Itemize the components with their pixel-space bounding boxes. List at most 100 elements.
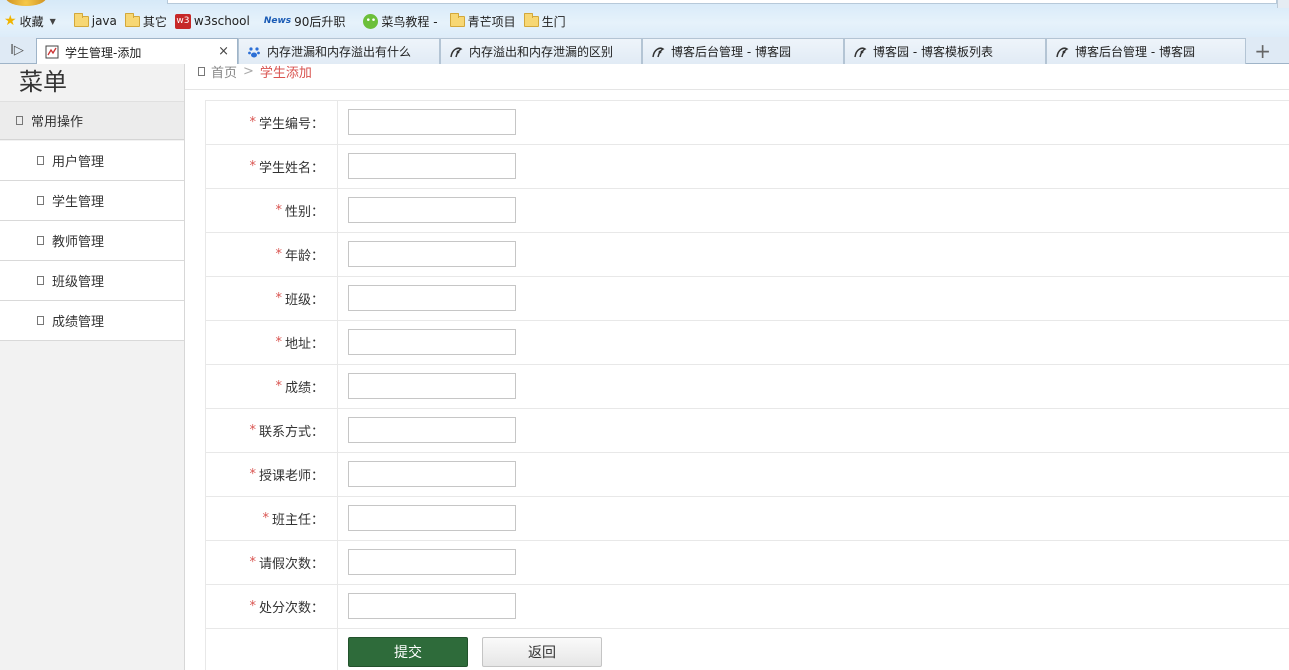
bookmark-java[interactable]: java: [73, 10, 117, 32]
bookmark-label: 青芒项目: [467, 14, 516, 29]
news-icon: News: [263, 16, 292, 26]
student-name-input[interactable]: [348, 153, 516, 179]
required-mark: *: [275, 291, 282, 306]
field-label-text: 地址：: [284, 337, 324, 352]
head-teacher-input[interactable]: [348, 505, 516, 531]
bookmark-runoob[interactable]: •• 菜鸟教程 -: [363, 10, 438, 32]
field-label-text: 班主任：: [271, 513, 324, 528]
tab-student-add[interactable]: 学生管理-添加 ×: [36, 38, 238, 65]
sidebar-item-label: 班级管理: [52, 275, 105, 290]
field-label-text: 授课老师：: [258, 469, 324, 484]
tab-blog-admin[interactable]: 博客后台管理 - 博客园: [642, 38, 844, 64]
sidebar-item-grades[interactable]: 成绩管理: [0, 301, 184, 341]
w3school-icon: w3: [174, 13, 191, 29]
bookmark-label: 其它: [142, 14, 167, 29]
menu-icon: [37, 316, 44, 325]
bookmarks-bar: ★ 收藏 ▼ java 其它 w3 w3school News 90后升职 ••…: [0, 10, 574, 32]
tab-title: 博客后台管理 - 博客园: [671, 45, 791, 59]
bookmark-label: java: [91, 14, 117, 28]
teacher-input[interactable]: [348, 461, 516, 487]
form-row-contact: * 联系方式：: [206, 409, 1289, 453]
form-row-gender: * 性别：: [206, 189, 1289, 233]
sidebar-title: 菜单: [19, 68, 67, 96]
field-label-text: 班级：: [284, 293, 324, 308]
breadcrumb-home[interactable]: 首页: [211, 62, 237, 81]
field-label-text: 性别：: [284, 205, 324, 220]
sidebar-toggle-button[interactable]: I▷: [0, 37, 34, 63]
bookmark-other[interactable]: 其它: [124, 10, 167, 32]
form-row-leave-count: * 请假次数：: [206, 541, 1289, 585]
age-input[interactable]: [348, 241, 516, 267]
tab-title: 内存泄漏和内存溢出有什么: [267, 45, 412, 59]
form-actions-spacer: [206, 629, 338, 670]
gender-input[interactable]: [348, 197, 516, 223]
required-mark: *: [275, 379, 282, 394]
tab-title: 学生管理-添加: [65, 45, 142, 60]
field-label-text: 成绩：: [284, 381, 324, 396]
folder-icon: [124, 12, 140, 27]
page-icon: [45, 45, 59, 59]
bookmark-label: 菜鸟教程 -: [381, 14, 438, 29]
tab-title: 内存溢出和内存泄漏的区别: [469, 45, 614, 59]
punishment-count-input[interactable]: [348, 593, 516, 619]
field-label: * 班级：: [206, 277, 338, 320]
field-label-text: 联系方式：: [258, 425, 324, 440]
submit-button[interactable]: 提交: [348, 637, 468, 667]
back-button[interactable]: 返回: [482, 637, 602, 667]
bookmark-qingmang[interactable]: 青芒项目: [449, 10, 516, 32]
class-input[interactable]: [348, 285, 516, 311]
sidebar-item-students[interactable]: 学生管理: [0, 181, 184, 221]
address-bar[interactable]: [167, 0, 1277, 4]
tab-memory-leak[interactable]: 内存泄漏和内存溢出有什么: [238, 38, 440, 64]
field-label-text: 学生姓名：: [258, 161, 324, 176]
required-mark: *: [249, 159, 256, 174]
runoob-icon: ••: [363, 13, 379, 29]
field-label: * 联系方式：: [206, 409, 338, 452]
field-label: * 请假次数：: [206, 541, 338, 584]
required-mark: *: [275, 335, 282, 350]
contact-input[interactable]: [348, 417, 516, 443]
field-label: * 授课老师：: [206, 453, 338, 496]
chevron-down-icon[interactable]: ▼: [50, 17, 56, 26]
menu-icon: [37, 236, 44, 245]
menu-icon: [37, 196, 44, 205]
score-input[interactable]: [348, 373, 516, 399]
bookmark-90s[interactable]: News 90后升职: [264, 10, 346, 32]
browser-logo: [6, 0, 46, 6]
form-row-score: * 成绩：: [206, 365, 1289, 409]
new-tab-button[interactable]: +: [1254, 39, 1271, 63]
breadcrumb-current: 学生添加: [259, 66, 312, 81]
address-input[interactable]: [348, 329, 516, 355]
sidebar-group-common[interactable]: 常用操作: [0, 101, 184, 140]
tab-memory-overflow[interactable]: 内存溢出和内存泄漏的区别: [440, 38, 642, 64]
sidebar-item-classes[interactable]: 班级管理: [0, 261, 184, 301]
breadcrumb: 首页 > 学生添加: [198, 62, 312, 81]
form-row-student-name: * 学生姓名：: [206, 145, 1289, 189]
required-mark: *: [275, 247, 282, 262]
bookmark-label: 90后升职: [294, 14, 346, 29]
required-mark: *: [249, 115, 256, 130]
sidebar-group-label: 常用操作: [31, 115, 84, 130]
bookmark-favorites[interactable]: ★ 收藏 ▼: [4, 10, 56, 32]
tab-blog-admin-2[interactable]: 博客后台管理 - 博客园: [1046, 38, 1246, 64]
bookmark-w3school[interactable]: w3 w3school: [174, 10, 250, 32]
form-row-punishment-count: * 处分次数：: [206, 585, 1289, 629]
field-label-text: 学生编号：: [258, 117, 324, 132]
menu-icon: [37, 276, 44, 285]
sidebar-item-label: 学生管理: [52, 195, 105, 210]
tab-blog-templates[interactable]: 博客园 - 博客模板列表: [844, 38, 1046, 64]
field-label: * 成绩：: [206, 365, 338, 408]
bookmark-label: 收藏: [19, 14, 44, 29]
field-label: * 年龄：: [206, 233, 338, 276]
chrome-scrollbar[interactable]: [1277, 0, 1289, 8]
sidebar-item-teachers[interactable]: 教师管理: [0, 221, 184, 261]
field-label: * 处分次数：: [206, 585, 338, 628]
bookmark-shengmen[interactable]: 生门: [523, 10, 566, 32]
close-icon[interactable]: ×: [218, 44, 229, 59]
form-row-head-teacher: * 班主任：: [206, 497, 1289, 541]
leave-count-input[interactable]: [348, 549, 516, 575]
field-label: * 地址：: [206, 321, 338, 364]
student-add-form: * 学生编号： * 学生姓名： * 性别： * 年龄： * 班级： * 地址： * 成绩：: [205, 100, 1289, 670]
student-id-input[interactable]: [348, 109, 516, 135]
sidebar-item-users[interactable]: 用户管理: [0, 141, 184, 181]
